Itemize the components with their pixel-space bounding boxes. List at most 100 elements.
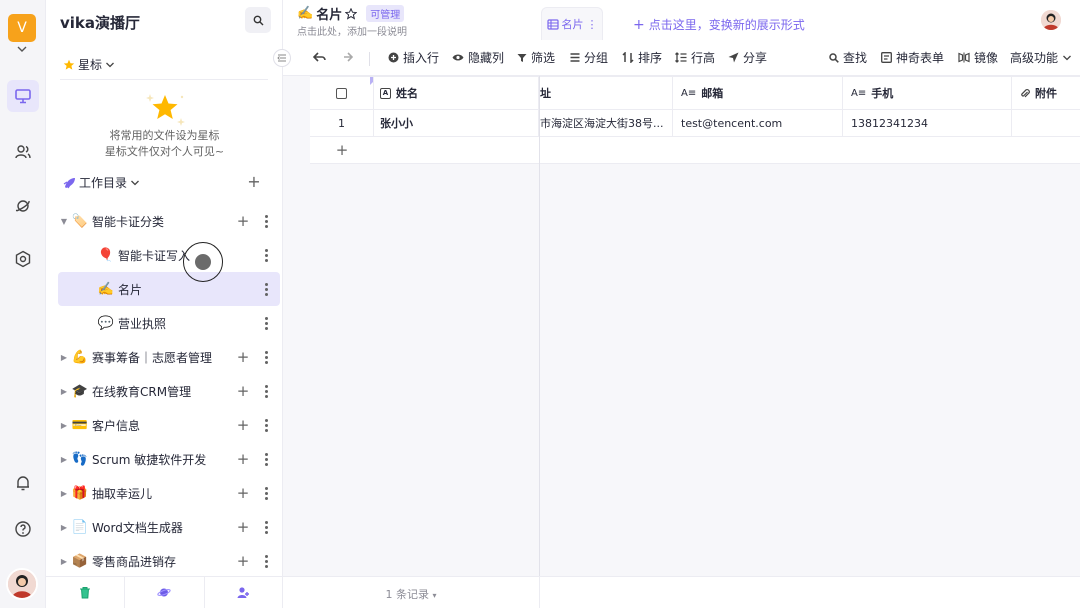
share-button[interactable]: 分享: [728, 46, 767, 70]
more-options-icon[interactable]: [262, 349, 270, 365]
sidebar-footer: [46, 576, 283, 608]
sidebar-tree-item[interactable]: ▼ 🏷️ 智能卡证分类 +: [58, 204, 280, 238]
add-child-button[interactable]: +: [235, 553, 251, 569]
node-emoji-icon: 🏷️: [71, 213, 89, 229]
table-row[interactable]: 1 张小小 市海淀区海淀大街38号... test@tencent.com 13…: [310, 110, 1080, 137]
space-rail: V: [0, 0, 46, 608]
caret-right-icon[interactable]: ▶: [58, 421, 70, 430]
workdir-section-toggle[interactable]: 工作目录: [63, 174, 140, 191]
column-header-phone[interactable]: A≡ 手机: [843, 77, 1012, 109]
more-options-icon[interactable]: [262, 213, 270, 229]
add-node-button[interactable]: +: [245, 172, 263, 191]
add-child-button[interactable]: +: [235, 519, 251, 535]
cell-email[interactable]: test@tencent.com: [673, 110, 843, 136]
caret-right-icon[interactable]: ▶: [58, 489, 70, 498]
members-icon[interactable]: [7, 136, 39, 168]
add-child-button[interactable]: +: [235, 451, 251, 467]
frozen-column-divider: [539, 76, 540, 576]
cell-attachment[interactable]: [1012, 110, 1080, 136]
find-button[interactable]: 查找: [829, 46, 867, 70]
search-button[interactable]: [245, 7, 271, 33]
view-tab-more-icon[interactable]: ⋮: [587, 18, 598, 31]
add-record-button[interactable]: +: [310, 137, 374, 163]
add-view-button[interactable]: + 点击这里，变换新的展示形式: [633, 16, 805, 33]
more-options-icon[interactable]: [262, 451, 270, 467]
settings-icon[interactable]: [7, 243, 39, 275]
column-header-address[interactable]: 址: [539, 77, 673, 109]
mirror-button[interactable]: 镜像: [958, 46, 998, 70]
bell-icon[interactable]: [7, 467, 39, 499]
datasheet-emoji[interactable]: ✍️: [297, 6, 313, 21]
datasheet-name[interactable]: 名片: [316, 4, 342, 23]
space-avatar[interactable]: V: [8, 14, 36, 42]
undo-button[interactable]: [313, 46, 326, 70]
more-options-icon[interactable]: [262, 519, 270, 535]
view-tab-card[interactable]: 名片 ⋮: [541, 7, 603, 40]
collapse-sidebar-button[interactable]: [273, 49, 291, 67]
sidebar-tree-item[interactable]: ▶ 🎓 在线教育CRM管理 +: [58, 374, 280, 408]
column-header-attachment[interactable]: 附件: [1012, 77, 1080, 109]
node-emoji-icon: 🎁: [71, 485, 89, 501]
sidebar-tree-item[interactable]: ▶ 📄 Word文档生成器 +: [58, 510, 280, 544]
starred-empty-star-icon: [146, 94, 185, 126]
add-child-button[interactable]: +: [235, 213, 251, 229]
insert-row-button[interactable]: 插入行: [388, 46, 439, 70]
redo-button[interactable]: [340, 46, 353, 70]
sidebar-tree-item[interactable]: ▶ 👣 Scrum 敏捷软件开发 +: [58, 442, 280, 476]
caret-right-icon[interactable]: ▶: [58, 557, 70, 566]
column-header-email[interactable]: A≡ 邮箱: [673, 77, 843, 109]
caret-right-icon[interactable]: ▶: [58, 523, 70, 532]
more-options-icon[interactable]: [262, 281, 270, 297]
record-count[interactable]: 1 条记录 ▾: [283, 586, 539, 602]
more-options-icon[interactable]: [262, 383, 270, 399]
sidebar-tree-item[interactable]: 💬 营业执照: [58, 306, 280, 340]
add-child-button[interactable]: +: [235, 383, 251, 399]
magic-form-label: 神奇表单: [896, 51, 945, 65]
more-options-icon[interactable]: [262, 485, 270, 501]
add-child-button[interactable]: +: [235, 485, 251, 501]
starred-section-toggle[interactable]: 星标: [63, 56, 115, 73]
add-child-button[interactable]: +: [235, 417, 251, 433]
sidebar-tree-item[interactable]: 🎈 智能卡证写入: [58, 238, 280, 272]
help-icon[interactable]: [7, 513, 39, 545]
datasheet-description[interactable]: 点击此处，添加一段说明: [297, 23, 407, 38]
sidebar-tree-item[interactable]: ✍️ 名片: [58, 272, 280, 306]
cell-name[interactable]: 张小小: [374, 110, 539, 136]
sidebar-tree-item[interactable]: ▶ 🎁 抽取幸运儿 +: [58, 476, 280, 510]
add-child-button[interactable]: +: [235, 349, 251, 365]
user-avatar[interactable]: [6, 568, 38, 600]
caret-right-icon[interactable]: ▶: [58, 387, 70, 396]
sidebar-tree-item[interactable]: ▶ 📦 零售商品进销存 +: [58, 544, 280, 578]
template-explore-button[interactable]: [125, 577, 205, 608]
advanced-features-button[interactable]: 高级功能: [1010, 46, 1072, 70]
select-all-cell[interactable]: [310, 77, 374, 109]
cell-address[interactable]: 市海淀区海淀大街38号...: [539, 110, 673, 136]
more-options-icon[interactable]: [262, 315, 270, 331]
caret-down-icon[interactable]: ▼: [58, 217, 70, 226]
invite-member-button[interactable]: [205, 577, 283, 608]
magic-form-button[interactable]: 神奇表单: [881, 46, 944, 70]
group-button[interactable]: 分组: [570, 46, 608, 70]
trash-button[interactable]: [46, 577, 126, 608]
star-outline-icon[interactable]: [345, 7, 358, 20]
more-options-icon[interactable]: [262, 553, 270, 569]
column-header-name[interactable]: A 姓名: [374, 77, 539, 109]
cell-phone[interactable]: 13812341234: [843, 110, 1012, 136]
star-icon: [63, 59, 75, 70]
caret-right-icon[interactable]: ▶: [58, 353, 70, 362]
sort-button[interactable]: 排序: [622, 46, 662, 70]
add-record-row[interactable]: +: [310, 137, 1080, 164]
sidebar-tree-item[interactable]: ▶ 💳 客户信息 +: [58, 408, 280, 442]
caret-right-icon[interactable]: ▶: [58, 455, 70, 464]
chevron-down-icon[interactable]: [16, 44, 28, 54]
collaborator-avatar[interactable]: [1041, 10, 1061, 30]
more-options-icon[interactable]: [262, 247, 270, 263]
select-all-checkbox[interactable]: [336, 87, 347, 99]
row-height-button[interactable]: 行高: [675, 46, 715, 70]
filter-button[interactable]: 筛选: [517, 46, 555, 70]
hide-columns-button[interactable]: 隐藏列: [452, 46, 504, 70]
more-options-icon[interactable]: [262, 417, 270, 433]
explore-icon[interactable]: [7, 190, 39, 222]
sidebar-tree-item[interactable]: ▶ 💪 赛事筹备｜志愿者管理 +: [58, 340, 280, 374]
workbench-icon[interactable]: [7, 80, 39, 112]
